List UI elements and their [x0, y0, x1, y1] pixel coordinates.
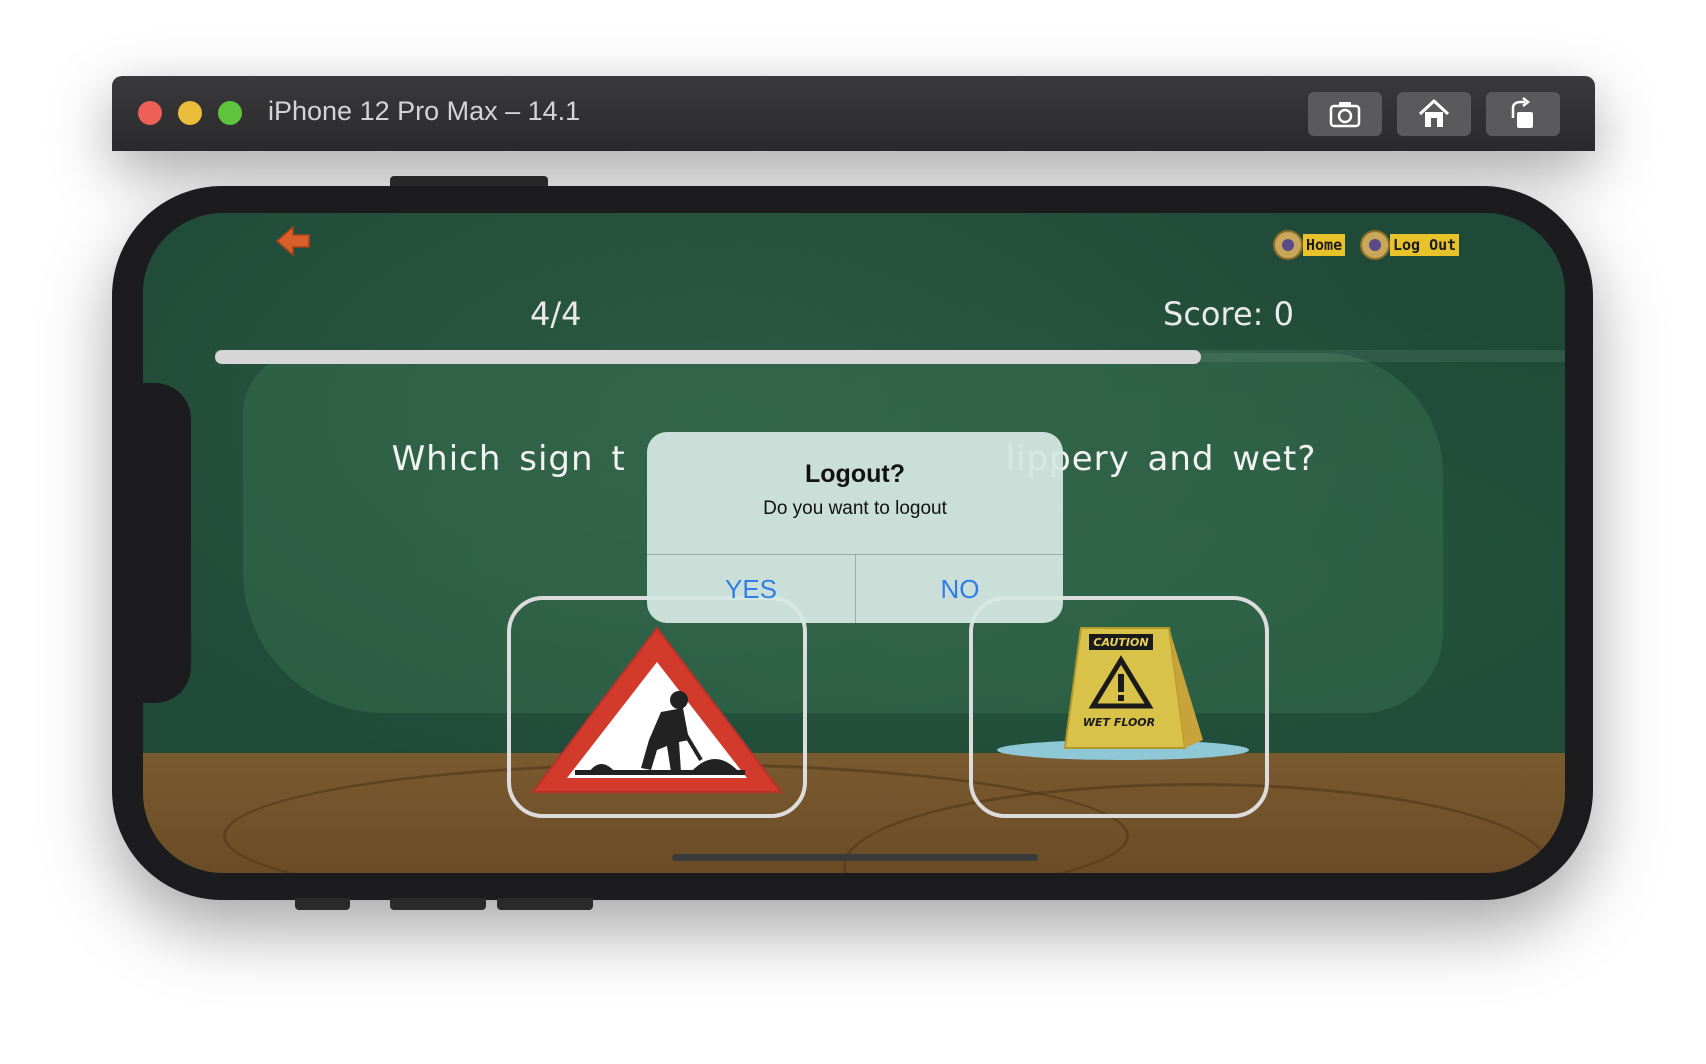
- logout-nav-button[interactable]: Log Out: [1360, 230, 1460, 260]
- question-counter: 4/4: [530, 295, 582, 333]
- rotate-button[interactable]: [1486, 92, 1560, 136]
- alert-message: Do you want to logout: [763, 498, 947, 519]
- window-title: iPhone 12 Pro Max – 14.1: [268, 96, 581, 126]
- zoom-window-button[interactable]: [218, 101, 242, 125]
- home-nav-label: Home: [1303, 234, 1346, 256]
- logout-nav-label: Log Out: [1390, 234, 1460, 256]
- minimize-window-button[interactable]: [178, 101, 202, 125]
- simulator-title-bar: iPhone 12 Pro Max – 14.1: [112, 76, 1595, 151]
- rotate-icon: [1511, 97, 1533, 128]
- phone-volume-up: [390, 898, 486, 910]
- screenshot-button[interactable]: [1308, 92, 1382, 136]
- home-icon: [1418, 99, 1450, 127]
- phone-volume-down: [497, 898, 593, 910]
- road-works-sign-icon: [530, 626, 784, 793]
- home-nav-button[interactable]: Home: [1273, 230, 1346, 260]
- home-button[interactable]: [1397, 92, 1471, 136]
- progress-bar-fill: [215, 350, 1201, 364]
- screenshot-icon: [1329, 102, 1361, 128]
- caution-text: CAUTION: [1093, 636, 1148, 649]
- answer-option-wet-floor[interactable]: CAUTION WET FLOOR: [969, 596, 1269, 818]
- logout-alert-dialog: Logout? Do you want to logout YES NO: [647, 432, 1063, 623]
- home-coin-icon: [1273, 230, 1303, 260]
- phone-silent-switch: [295, 898, 350, 910]
- alert-yes-button[interactable]: YES: [647, 555, 855, 623]
- close-window-button[interactable]: [138, 101, 162, 125]
- logout-coin-icon: [1360, 230, 1390, 260]
- home-indicator[interactable]: [672, 854, 1038, 861]
- sensor-notch: [143, 383, 191, 703]
- score-display: Score: 0: [1163, 295, 1294, 333]
- answer-option-road-works[interactable]: [507, 596, 807, 818]
- alert-no-button[interactable]: NO: [856, 555, 1063, 623]
- wet-floor-sign-icon: CAUTION WET FLOOR: [997, 627, 1249, 760]
- question-text-left: Which sign t: [391, 439, 626, 479]
- alert-title: Logout?: [805, 460, 905, 488]
- wet-floor-text: WET FLOOR: [1083, 716, 1155, 729]
- back-arrow-icon[interactable]: [273, 221, 313, 261]
